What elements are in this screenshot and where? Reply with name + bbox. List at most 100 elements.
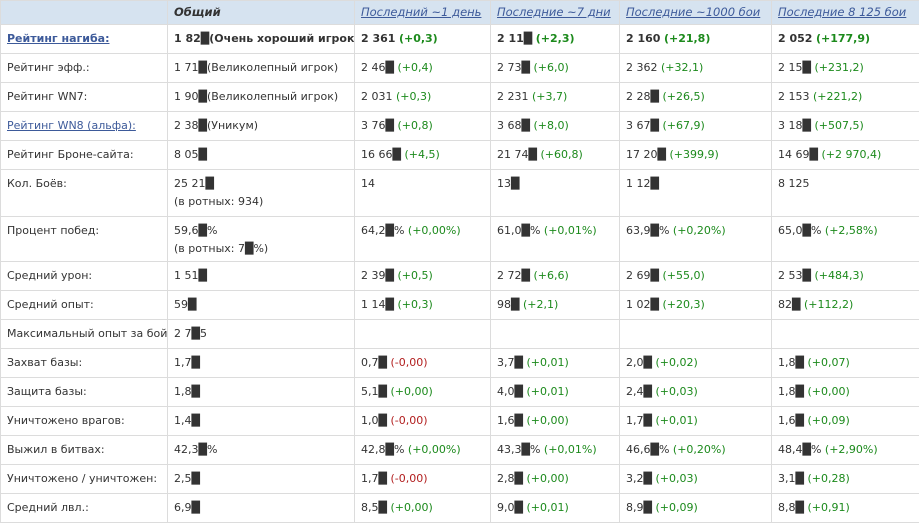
row-label: Захват базы:: [7, 356, 82, 369]
last-all-battles-cell: 2 052 (+177,9): [772, 25, 919, 54]
table-row: Рейтинг эфф.:1 71█(Великолепный игрок)2 …: [1, 54, 919, 83]
total-cell: 1,8█: [168, 378, 355, 407]
last-all-battles-delta: (+112,2): [804, 298, 853, 311]
table-header-row: Общий Последний ~1 день Последние ~7 дни…: [1, 1, 919, 25]
last-1000-battles-cell: 1 12█: [620, 170, 772, 217]
last-7-days-value: 4,0█: [497, 385, 523, 398]
row-label-cell: Средний опыт:: [1, 291, 168, 320]
header-last-1000-battles-link[interactable]: Последние ~1000 бои: [626, 5, 760, 19]
last-7-days-value: 9,0█: [497, 501, 523, 514]
last-day-cell: 1 14█ (+0,3): [355, 291, 491, 320]
row-label: Уничтожено / уничтожен:: [7, 472, 157, 485]
last-7-days-value: 2,8█: [497, 472, 523, 485]
row-label-cell: Рейтинг эфф.:: [1, 54, 168, 83]
last-all-battles-delta: (+0,00): [807, 385, 849, 398]
last-day-cell: 2 39█ (+0,5): [355, 262, 491, 291]
last-day-cell: 16 66█ (+4,5): [355, 141, 491, 170]
last-1000-battles-cell: 3,2█ (+0,03): [620, 465, 772, 494]
row-label-cell: Захват базы:: [1, 349, 168, 378]
last-day-value: 1,0█: [361, 414, 387, 427]
last-all-battles-value: 14 69█: [778, 148, 818, 161]
last-7-days-value: 13█: [497, 177, 519, 190]
last-all-battles-value: 1,8█: [778, 385, 804, 398]
row-label-cell[interactable]: Рейтинг нагиба:: [1, 25, 168, 54]
last-all-battles-value: 1,6█: [778, 414, 804, 427]
last-day-delta: (+0,8): [397, 119, 432, 132]
last-7-days-value: 61,0█%: [497, 224, 540, 237]
row-label-link[interactable]: Рейтинг WN8 (альфа):: [7, 119, 136, 132]
last-all-battles-cell: 3 18█ (+507,5): [772, 112, 919, 141]
last-all-battles-delta: (+231,2): [814, 61, 863, 74]
last-all-battles-cell: 48,4█% (+2,90%): [772, 436, 919, 465]
last-day-delta: (+0,00%): [408, 443, 461, 456]
last-day-cell: 1,7█ (-0,00): [355, 465, 491, 494]
last-7-days-delta: (+0,01%): [544, 224, 597, 237]
last-1000-battles-delta: (+55,0): [662, 269, 704, 282]
last-all-battles-value: 2 153: [778, 90, 810, 103]
last-day-value: 14: [361, 177, 375, 190]
total-cell: 1 51█: [168, 262, 355, 291]
header-last-1000-battles[interactable]: Последние ~1000 бои: [620, 1, 772, 25]
table-row: Максимальный опыт за бой:2 7█5: [1, 320, 919, 349]
last-all-battles-cell: 65,0█% (+2,58%): [772, 217, 919, 262]
last-7-days-delta: (+8,0): [533, 119, 568, 132]
last-1000-battles-delta: (+32,1): [661, 61, 703, 74]
last-all-battles-delta: (+221,2): [813, 90, 862, 103]
last-day-value: 1,7█: [361, 472, 387, 485]
last-1000-battles-delta: (+0,20%): [673, 443, 726, 456]
last-1000-battles-cell: 2,4█ (+0,03): [620, 378, 772, 407]
last-1000-battles-cell: 2 160 (+21,8): [620, 25, 772, 54]
total-cell: 25 21█(в ротных: 934): [168, 170, 355, 217]
last-all-battles-delta: (+2 970,4): [821, 148, 881, 161]
stats-table: Общий Последний ~1 день Последние ~7 дни…: [0, 0, 919, 523]
table-row: Средний урон:1 51█2 39█ (+0,5)2 72█ (+6,…: [1, 262, 919, 291]
last-1000-battles-value: 2 362: [626, 61, 658, 74]
last-all-battles-cell: 1,8█ (+0,07): [772, 349, 919, 378]
last-day-value: 16 66█: [361, 148, 401, 161]
last-all-battles-cell: 8 125: [772, 170, 919, 217]
last-all-battles-delta: (+2,90%): [825, 443, 878, 456]
last-7-days-delta: (+3,7): [532, 90, 567, 103]
total-note: (Уникум): [207, 119, 258, 132]
last-all-battles-delta: (+0,91): [807, 501, 849, 514]
last-1000-battles-cell: 2,0█ (+0,02): [620, 349, 772, 378]
table-row: Рейтинг WN8 (альфа):2 38█(Уникум)3 76█ (…: [1, 112, 919, 141]
header-last-7-days-link[interactable]: Последние ~7 дни: [497, 5, 611, 19]
header-last-7-days[interactable]: Последние ~7 дни: [491, 1, 620, 25]
last-1000-battles-cell: 2 69█ (+55,0): [620, 262, 772, 291]
last-1000-battles-cell: 8,9█ (+0,09): [620, 494, 772, 523]
header-last-day[interactable]: Последний ~1 день: [355, 1, 491, 25]
row-label-cell[interactable]: Рейтинг WN8 (альфа):: [1, 112, 168, 141]
header-last-all-battles-link[interactable]: Последние 8 125 бои: [778, 5, 906, 19]
last-1000-battles-cell: 46,6█% (+0,20%): [620, 436, 772, 465]
last-1000-battles-value: 3,2█: [626, 472, 652, 485]
last-day-delta: (+0,4): [397, 61, 432, 74]
last-1000-battles-delta: (+0,03): [655, 385, 697, 398]
header-last-day-link[interactable]: Последний ~1 день: [361, 5, 481, 19]
last-7-days-cell: 2 231 (+3,7): [491, 83, 620, 112]
last-all-battles-delta: (+507,5): [814, 119, 863, 132]
last-7-days-delta: (+0,01): [526, 385, 568, 398]
header-last-all-battles[interactable]: Последние 8 125 бои: [772, 1, 919, 25]
last-day-value: 0,7█: [361, 356, 387, 369]
last-day-value: 5,1█: [361, 385, 387, 398]
last-1000-battles-delta: (+0,01): [655, 414, 697, 427]
last-7-days-value: 21 74█: [497, 148, 537, 161]
last-7-days-value: 1,6█: [497, 414, 523, 427]
row-label-link[interactable]: Рейтинг нагиба:: [7, 32, 109, 45]
last-1000-battles-value: 2 160: [626, 32, 660, 45]
last-day-cell: 8,5█ (+0,00): [355, 494, 491, 523]
last-day-value: 3 76█: [361, 119, 394, 132]
total-value: 59█: [174, 298, 196, 311]
total-cell: 42,3█%: [168, 436, 355, 465]
last-day-value: 42,8█%: [361, 443, 404, 456]
row-label: Рейтинг эфф.:: [7, 61, 90, 74]
total-value: 1,8█: [174, 385, 200, 398]
last-day-value: 2 46█: [361, 61, 394, 74]
total-value: 2 7█5: [174, 327, 207, 340]
last-all-battles-value: 2 53█: [778, 269, 811, 282]
table-row: Защита базы:1,8█5,1█ (+0,00)4,0█ (+0,01)…: [1, 378, 919, 407]
last-day-delta: (+0,5): [397, 269, 432, 282]
last-7-days-delta: (+0,01%): [544, 443, 597, 456]
last-all-battles-cell: 1,6█ (+0,09): [772, 407, 919, 436]
